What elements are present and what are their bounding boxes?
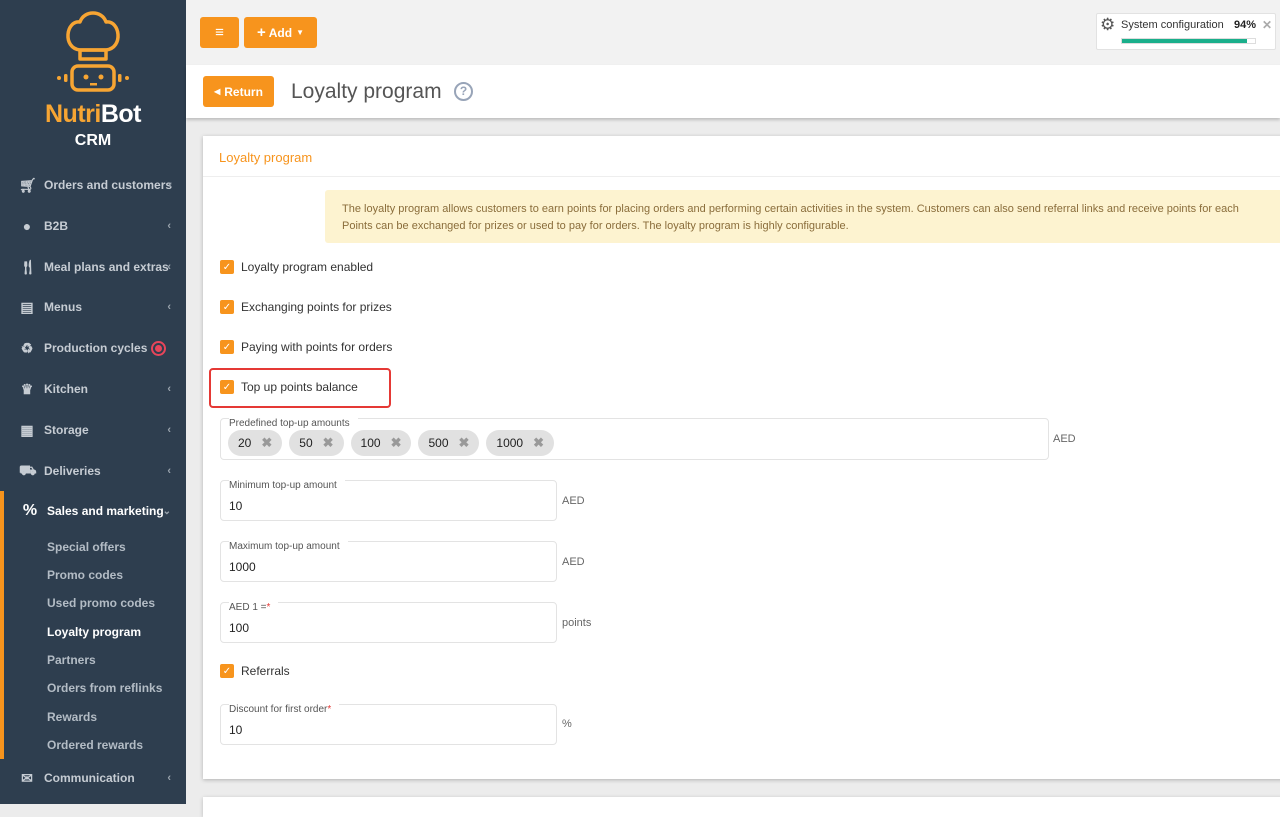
loyalty-enabled-checkbox[interactable]: ✓ Loyalty program enabled — [220, 260, 373, 274]
sidebar-item-production-cycles[interactable]: ♻︎ Production cycles — [0, 333, 186, 363]
chevron-down-icon: ⌄ — [162, 505, 171, 517]
currency-unit: AED — [562, 495, 585, 507]
sidebar-item-meal-plans[interactable]: 🍴︎ Meal plans and extras ‹ — [0, 252, 186, 282]
progress-track — [1121, 38, 1256, 44]
help-icon[interactable]: ? — [454, 82, 473, 101]
sidebar-subitem-partners[interactable]: Partners — [47, 653, 96, 667]
sidebar-subitem-loyalty-program[interactable]: Loyalty program — [47, 625, 141, 639]
minimum-topup-input[interactable]: Minimum top-up amount 10 — [220, 480, 557, 521]
utensils-icon: 🍴︎ — [19, 258, 37, 275]
hamburger-icon: ≡ — [215, 24, 224, 41]
truck-icon: ⛟ — [19, 461, 37, 478]
sidebar-subitem-rewards[interactable]: Rewards — [47, 710, 97, 724]
sidebar-item-sales-marketing[interactable]: % Sales and marketing ⌄ — [0, 496, 186, 526]
info-box: The loyalty program allows customers to … — [325, 190, 1280, 243]
menu-toggle-button[interactable]: ≡ — [200, 17, 239, 48]
sidebar-item-deliveries[interactable]: ⛟ Deliveries ‹ — [0, 456, 186, 486]
cart-icon: 🛒︎ — [19, 176, 37, 193]
chevron-left-icon: ‹ — [167, 465, 171, 477]
percent-unit: % — [562, 718, 572, 730]
sidebar-subitem-orders-from-reflinks[interactable]: Orders from reflinks — [47, 681, 162, 695]
currency-unit: AED — [1053, 433, 1076, 445]
tag: 50 ✖ — [289, 430, 344, 456]
page-header: ◀ Return Loyalty program ? — [186, 65, 1280, 118]
user-icon: ● — [22, 218, 32, 234]
caret-left-icon: ◀ — [214, 87, 221, 96]
points-unit: points — [562, 617, 592, 629]
close-icon[interactable]: ✕ — [1262, 18, 1272, 32]
brand-name: NutriBot — [45, 100, 141, 128]
record-icon — [151, 340, 166, 356]
predefined-amounts-input[interactable]: Predefined top-up amounts 20 ✖ 50 ✖ 100 ✖ 5… — [220, 418, 1049, 460]
tag: 500 ✖ — [418, 430, 480, 456]
remove-tag-icon[interactable]: ✖ — [533, 435, 544, 451]
exchange-points-checkbox[interactable]: ✓ Exchanging points for prizes — [220, 300, 392, 314]
check-icon: ✓ — [220, 380, 234, 394]
check-icon: ✓ — [220, 664, 234, 678]
tag-list: 20 ✖ 50 ✖ 100 ✖ 500 ✖ 1000 ✖ — [228, 430, 561, 456]
sidebar-item-communication[interactable]: ✉︎ Communication ‹ — [0, 763, 186, 793]
chef-hat-icon: ♛ — [20, 380, 34, 397]
card-title: Loyalty program — [219, 150, 313, 165]
divider — [203, 176, 1280, 177]
sidebar-item-b2b[interactable]: ● B2B ‹ — [0, 211, 186, 241]
recycle-icon: ♻︎ — [20, 339, 34, 356]
system-configuration-progress[interactable]: ⚙ System configuration 94% ✕ — [1096, 13, 1276, 50]
check-icon: ✓ — [220, 260, 234, 274]
progress-fill — [1122, 39, 1248, 43]
sidebar-item-storage[interactable]: ▦ Storage ‹ — [0, 415, 186, 445]
gear-icon: ⚙ — [1100, 15, 1116, 34]
remove-tag-icon[interactable]: ✖ — [459, 435, 470, 451]
first-order-discount-input[interactable]: Discount for first order* 10 — [220, 704, 557, 745]
chevron-left-icon: ‹ — [167, 261, 171, 273]
return-button[interactable]: ◀ Return — [203, 76, 274, 107]
chevron-left-icon: ‹ — [167, 383, 171, 395]
chevron-left-icon: ‹ — [167, 220, 171, 232]
chevron-left-icon: ‹ — [167, 772, 171, 784]
referrals-checkbox[interactable]: ✓ Referrals — [220, 664, 290, 678]
remove-tag-icon[interactable]: ✖ — [323, 435, 334, 451]
boxes-icon: ▦ — [20, 421, 34, 438]
remove-tag-icon[interactable]: ✖ — [261, 435, 272, 451]
caret-down-icon: ▼ — [296, 28, 304, 37]
envelope-icon: ✉︎ — [21, 769, 33, 786]
check-icon: ✓ — [220, 340, 234, 354]
top-up-checkbox[interactable]: ✓ Top up points balance — [220, 380, 358, 394]
list-icon: ▤ — [20, 298, 34, 315]
currency-unit: AED — [562, 556, 585, 568]
remove-tag-icon[interactable]: ✖ — [391, 435, 402, 451]
page-title: Loyalty program — [291, 80, 442, 103]
percent-icon: % — [22, 502, 38, 519]
sidebar-subitem-promo-codes[interactable]: Promo codes — [47, 568, 123, 582]
sidebar-item-kitchen[interactable]: ♛ Kitchen ‹ — [0, 374, 186, 404]
plus-icon: + — [256, 24, 266, 41]
sidebar-item-menus[interactable]: ▤ Menus ‹ — [0, 292, 186, 322]
sidebar: NutriBot CRM 🛒︎ Orders and customers ‹ ● B2… — [0, 0, 186, 804]
points-rate-input[interactable]: AED 1 =* 100 — [220, 602, 557, 643]
pay-with-points-checkbox[interactable]: ✓ Paying with points for orders — [220, 340, 392, 354]
active-group-indicator — [0, 491, 4, 759]
brand-sub: CRM — [74, 132, 112, 149]
check-icon: ✓ — [220, 300, 234, 314]
maximum-topup-input[interactable]: Maximum top-up amount 1000 — [220, 541, 557, 582]
tag: 20 ✖ — [228, 430, 283, 456]
next-card — [203, 797, 1280, 817]
tag: 100 ✖ — [350, 430, 412, 456]
add-button[interactable]: + Add ▼ — [244, 17, 317, 48]
chevron-left-icon: ‹ — [167, 301, 171, 313]
sidebar-subitem-special-offers[interactable]: Special offers — [47, 540, 126, 554]
sidebar-subitem-used-promo-codes[interactable]: Used promo codes — [47, 596, 155, 610]
tag: 1000 ✖ — [486, 430, 555, 456]
sidebar-item-orders[interactable]: 🛒︎ Orders and customers ‹ — [0, 170, 186, 200]
chevron-left-icon: ‹ — [168, 179, 172, 191]
chevron-left-icon: ‹ — [167, 424, 171, 436]
loyalty-program-card: Loyalty program The loyalty program allo… — [203, 136, 1280, 779]
sidebar-subitem-ordered-rewards[interactable]: Ordered rewards — [47, 738, 143, 752]
